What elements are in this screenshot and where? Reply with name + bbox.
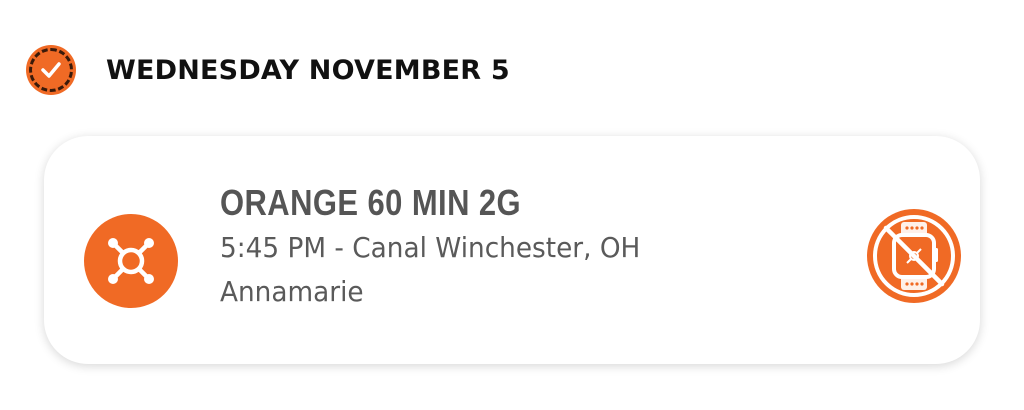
class-name: ORANGE 60 MIN 2G: [220, 182, 522, 223]
no-heart-rate-monitor-icon[interactable]: [866, 208, 962, 304]
class-time-location: 5:45 PM - Canal Winchester, OH: [220, 231, 641, 264]
day-header: WEDNESDAY NOVEMBER 5: [26, 44, 510, 96]
class-booking-card[interactable]: ORANGE 60 MIN 2G 5:45 PM - Canal Winches…: [44, 136, 980, 364]
class-info: ORANGE 60 MIN 2G 5:45 PM - Canal Winches…: [220, 180, 667, 314]
orangetheory-logo-icon: [84, 214, 178, 308]
checked-dashed-circle-icon: [26, 45, 76, 95]
class-coach: Annamarie: [220, 275, 364, 308]
day-title: WEDNESDAY NOVEMBER 5: [106, 54, 510, 86]
